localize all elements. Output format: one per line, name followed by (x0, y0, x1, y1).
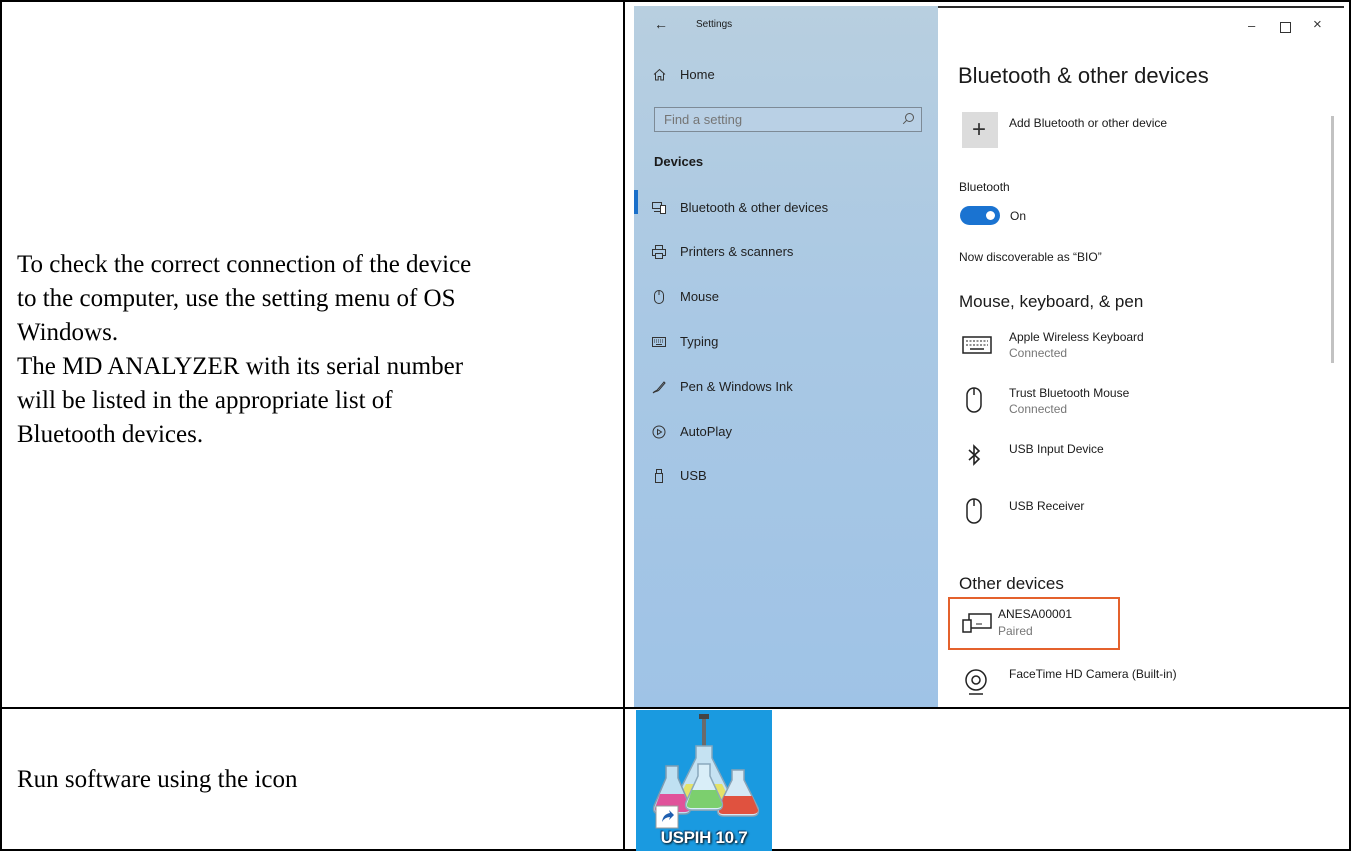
bluetooth-icon (967, 444, 981, 471)
sidebar-item-bluetooth[interactable]: Bluetooth & other devices (652, 200, 828, 215)
mouse-icon (966, 387, 982, 418)
run-software-text: Run software using the icon (17, 766, 298, 793)
sidebar-item-label: Pen & Windows Ink (680, 379, 793, 394)
device-item[interactable]: Trust Bluetooth Mouse Connected (962, 383, 1282, 423)
scrollbar[interactable] (1331, 116, 1334, 363)
mouse-icon (966, 498, 982, 529)
sidebar-item-label: Home (680, 67, 715, 82)
sidebar-item-usb[interactable]: USB (652, 468, 707, 483)
add-device-button[interactable]: + (962, 112, 998, 148)
device-name: USB Input Device (1009, 442, 1104, 456)
search-icon[interactable] (902, 112, 915, 130)
sidebar-item-label: Mouse (680, 289, 720, 304)
device-name: Apple Wireless Keyboard (1009, 330, 1144, 344)
device-name: Trust Bluetooth Mouse (1009, 386, 1130, 400)
autoplay-icon (652, 425, 666, 439)
sidebar-item-label: Typing (680, 334, 719, 349)
instruction-line: to the computer, use the setting menu of… (17, 285, 456, 312)
bluetooth-toggle-state: On (1010, 209, 1027, 223)
sidebar-item-label: USB (680, 468, 707, 483)
bluetooth-toggle[interactable] (960, 206, 1000, 225)
usb-icon (652, 468, 666, 483)
back-arrow-icon[interactable]: ← (654, 16, 668, 32)
group-heading-other: Other devices (959, 574, 1064, 593)
table-border-top (0, 0, 1351, 2)
settings-window: ← Settings Home Devices Bluetooth & othe… (634, 6, 1344, 707)
instruction-paragraph: To check the correct connection of the d… (17, 248, 471, 452)
sidebar-item-mouse[interactable]: Mouse (652, 289, 719, 304)
sidebar-item-label: Printers & scanners (680, 244, 794, 259)
close-icon[interactable]: × (1313, 16, 1322, 33)
sidebar-item-autoplay[interactable]: AutoPlay (652, 424, 732, 439)
table-border-center (623, 0, 625, 851)
toggle-knob (986, 211, 995, 220)
maximize-icon[interactable] (1280, 22, 1291, 33)
device-item-anesa[interactable]: ANESA00001 Paired (962, 606, 1112, 646)
shortcut-label: USPIH 10.7 (660, 828, 748, 847)
printer-icon (652, 244, 666, 259)
bluetooth-label: Bluetooth (959, 180, 1010, 194)
device-status: Connected (1009, 346, 1068, 360)
settings-sidebar: ← Settings Home Devices Bluetooth & othe… (634, 6, 938, 707)
home-icon (652, 68, 666, 82)
device-name: FaceTime HD Camera (Built-in) (1009, 667, 1177, 681)
add-device-label[interactable]: Add Bluetooth or other device (1009, 116, 1167, 130)
instruction-line: To check the correct connection of the d… (17, 251, 472, 278)
sidebar-item-label: Bluetooth & other devices (680, 200, 829, 215)
instruction-line: Windows. (17, 319, 119, 346)
table-border-left (0, 0, 2, 851)
search-box[interactable] (654, 107, 922, 132)
mouse-icon (652, 289, 666, 304)
device-name: USB Receiver (1009, 499, 1085, 513)
search-input[interactable] (662, 111, 886, 128)
device-item[interactable]: USB Receiver (962, 494, 1282, 534)
section-heading-devices: Devices (654, 154, 704, 169)
device-name: ANESA00001 (998, 607, 1073, 621)
active-indicator (634, 190, 638, 214)
plus-icon: + (972, 116, 987, 143)
sidebar-item-home[interactable]: Home (652, 67, 715, 82)
sidebar-item-printers[interactable]: Printers & scanners (652, 244, 793, 259)
device-item[interactable]: FaceTime HD Camera (Built-in) (962, 666, 1282, 706)
window-title: Settings (696, 19, 733, 30)
bluetooth-devices-icon (652, 201, 666, 215)
group-heading-mkp: Mouse, keyboard, & pen (959, 292, 1144, 311)
sidebar-item-typing[interactable]: Typing (652, 334, 718, 349)
device-icon (962, 613, 992, 638)
sidebar-item-label: AutoPlay (680, 424, 733, 439)
discoverable-text: Now discoverable as “BIO” (959, 250, 1102, 264)
page-title: Bluetooth & other devices (958, 63, 1209, 88)
instruction-line: will be listed in the appropriate list o… (17, 387, 393, 414)
device-item[interactable]: USB Input Device (962, 438, 1282, 478)
settings-main-pane: – × Bluetooth & other devices + Add Blue… (938, 6, 1344, 707)
pen-icon (652, 380, 666, 394)
instruction-line: The MD ANALYZER with its serial number (17, 353, 464, 380)
webcam-icon (964, 668, 988, 701)
keyboard-icon (962, 336, 992, 359)
sidebar-item-pen[interactable]: Pen & Windows Ink (652, 379, 793, 394)
instruction-line: Bluetooth devices. (17, 421, 204, 448)
keyboard-icon (652, 335, 666, 349)
table-border-middle (0, 707, 1351, 709)
device-status: Paired (998, 624, 1033, 638)
device-item[interactable]: Apple Wireless Keyboard Connected (962, 330, 1282, 370)
desktop-shortcut[interactable]: USPIH 10.7 (636, 710, 772, 851)
minimize-icon[interactable]: – (1248, 18, 1255, 33)
device-status: Connected (1009, 402, 1068, 416)
